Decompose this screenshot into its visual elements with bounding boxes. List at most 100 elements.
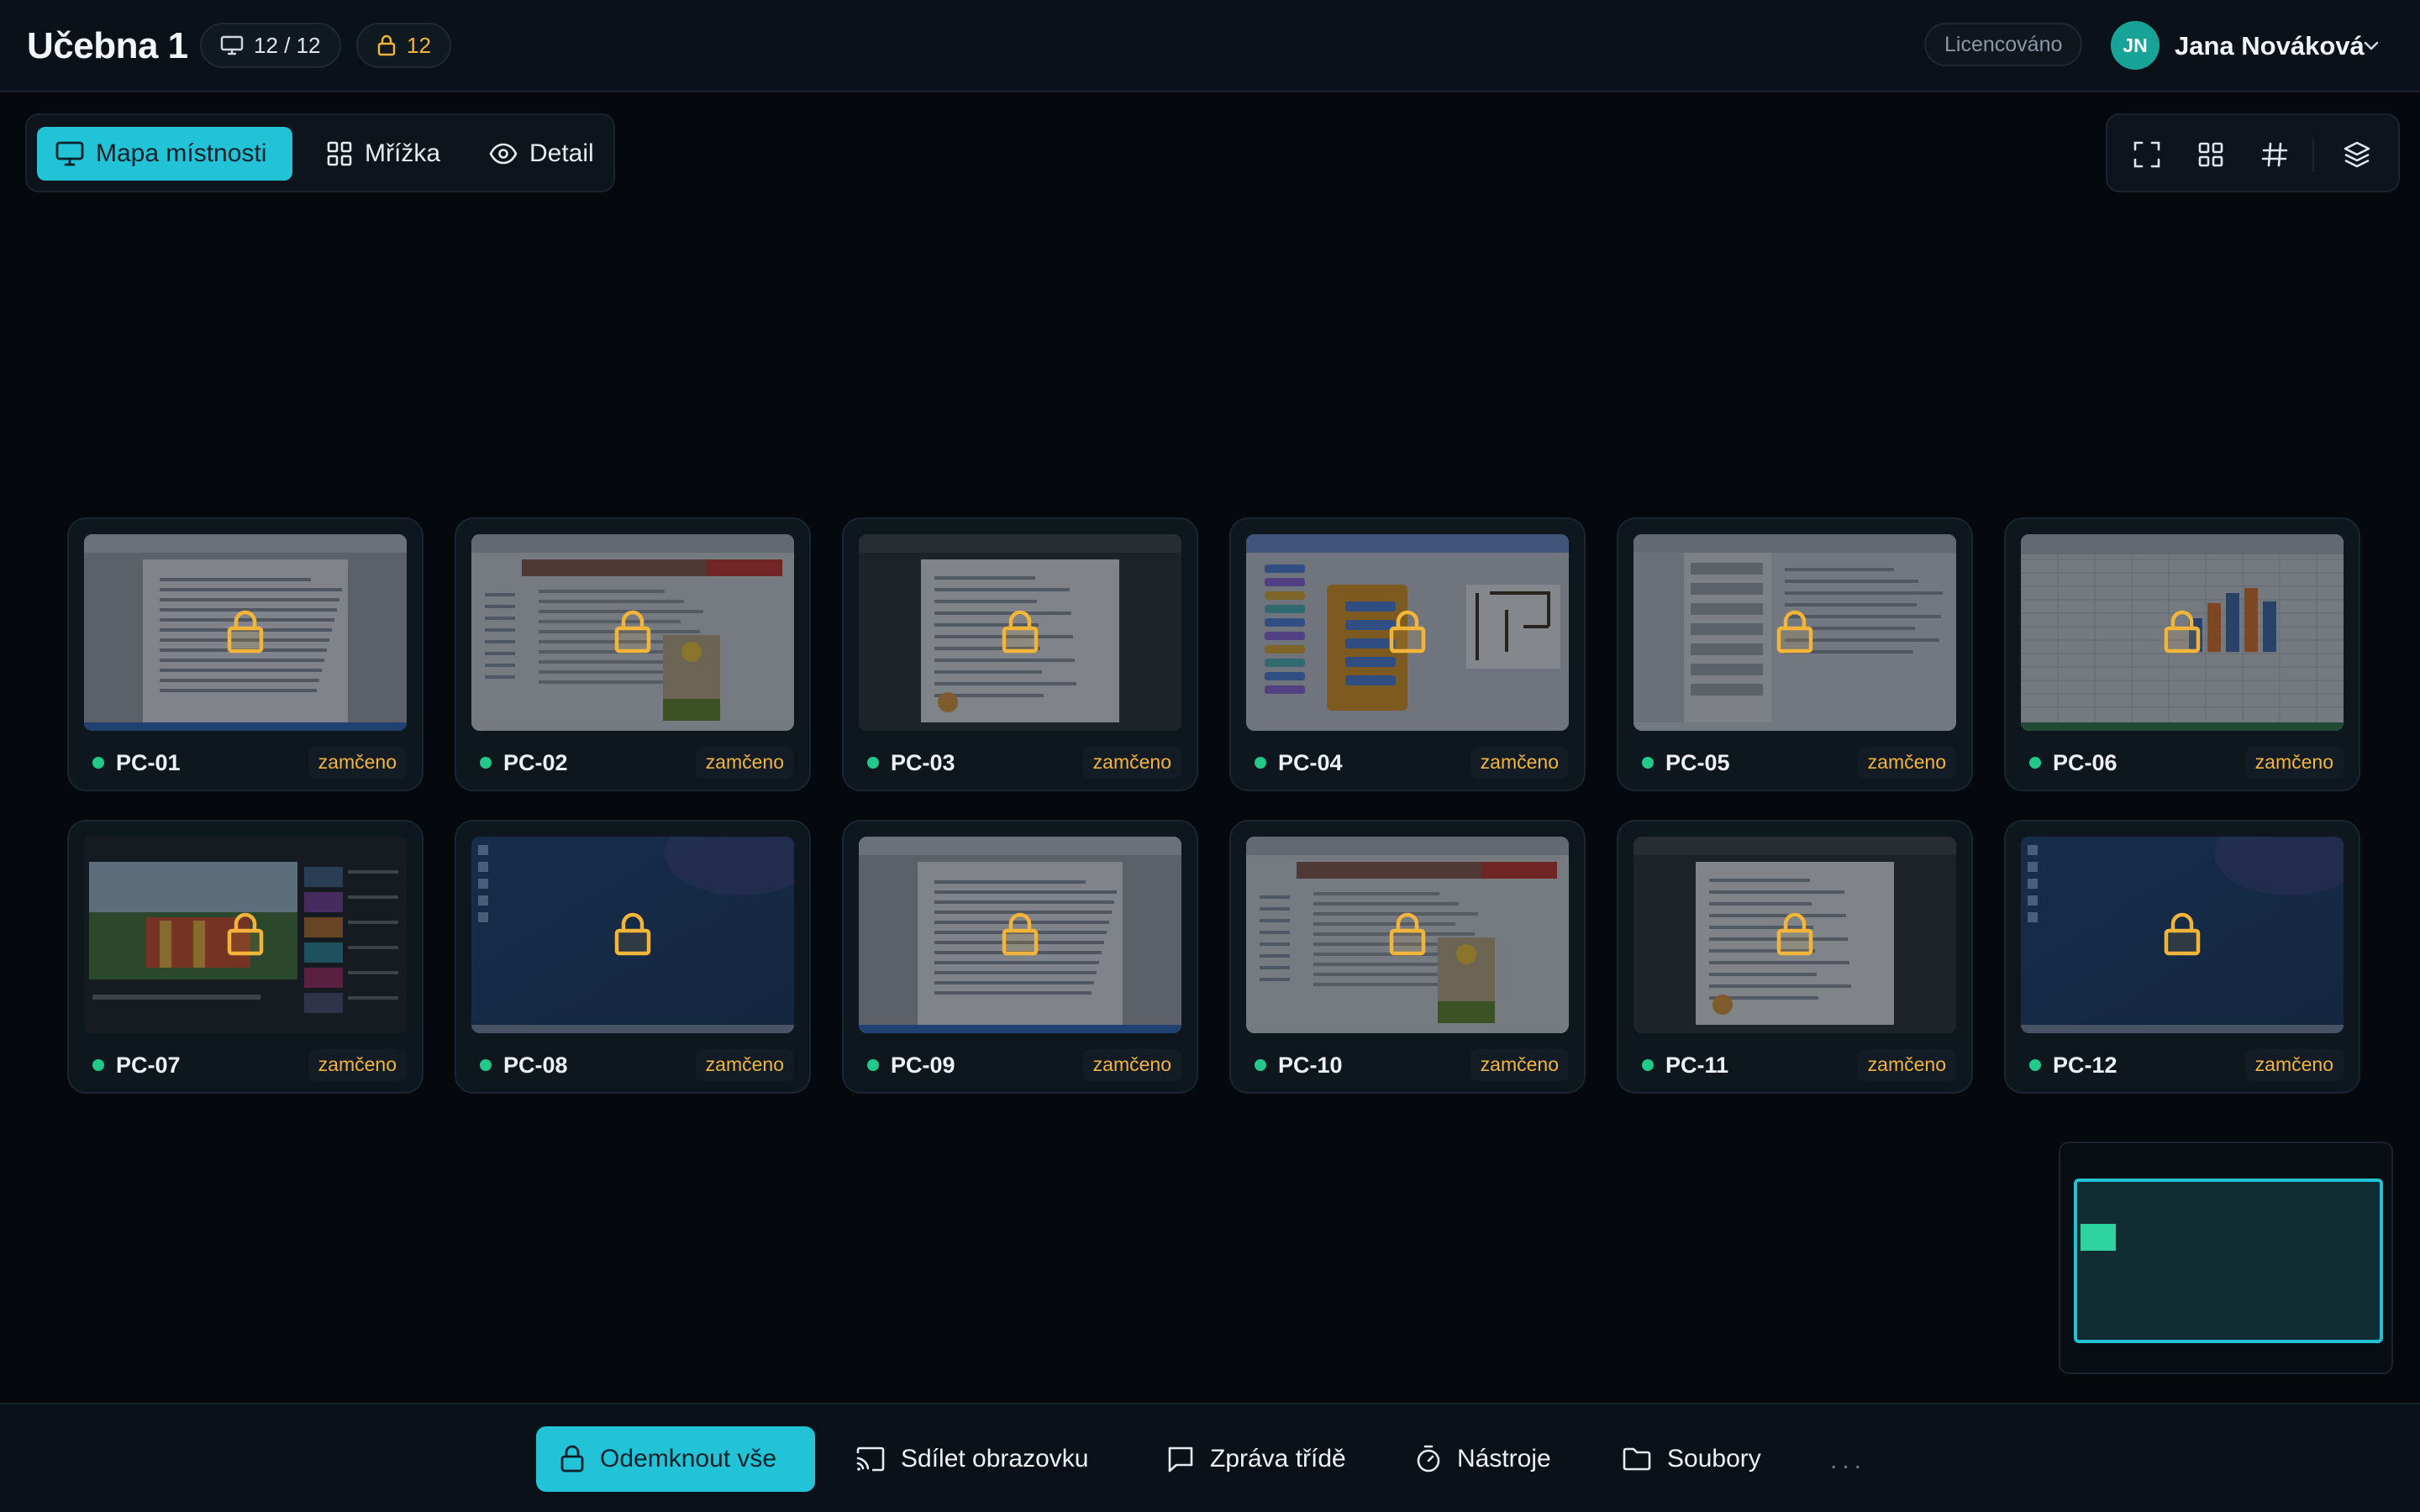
screen-thumbnail[interactable] bbox=[471, 837, 794, 1033]
lock-status-badge: zamčeno bbox=[1857, 747, 1956, 779]
tools-label: Nástroje bbox=[1457, 1445, 1551, 1473]
license-badge: Licencováno bbox=[1924, 23, 2083, 66]
unlock-all-button[interactable]: Odemknout vše bbox=[536, 1426, 815, 1492]
files-button[interactable]: Soubory bbox=[1598, 1426, 1785, 1492]
view-mode-switcher: Mapa místnosti Mřížka Detail bbox=[25, 113, 615, 192]
computer-name: PC-02 bbox=[503, 750, 568, 775]
online-status-dot bbox=[480, 1059, 492, 1071]
monitor-icon bbox=[220, 35, 244, 55]
lock-status-badge: zamčeno bbox=[1470, 747, 1569, 779]
card-footer: PC-08 zamčeno bbox=[456, 1043, 809, 1085]
computer-card[interactable]: PC-12 zamčeno bbox=[2004, 820, 2360, 1094]
card-footer: PC-01 zamčeno bbox=[69, 741, 422, 783]
card-footer: PC-09 zamčeno bbox=[844, 1043, 1197, 1085]
computer-name: PC-01 bbox=[116, 750, 181, 775]
class-message-button[interactable]: Zpráva třídě bbox=[1143, 1426, 1370, 1492]
bottom-action-bar: Odemknout vše Sdílet obrazovku Zpráva tř… bbox=[0, 1403, 2420, 1512]
view-grid-button[interactable]: Mřížka bbox=[308, 127, 459, 181]
online-status-dot bbox=[2029, 757, 2041, 769]
screen-thumbnail[interactable] bbox=[1634, 534, 1956, 731]
online-status-dot bbox=[480, 757, 492, 769]
top-bar: Učebna 1 12 / 12 12 Licencováno JN Jana … bbox=[0, 0, 2420, 92]
computer-card[interactable]: PC-04 zamčeno bbox=[1229, 517, 1586, 791]
minimap-content bbox=[2081, 1224, 2116, 1251]
computer-card[interactable]: PC-11 zamčeno bbox=[1617, 820, 1973, 1094]
screens-count-badge: 12 / 12 bbox=[200, 23, 341, 68]
online-status-dot bbox=[92, 1059, 104, 1071]
lock-status-badge: zamčeno bbox=[1082, 1049, 1181, 1081]
online-status-dot bbox=[1255, 1059, 1266, 1071]
avatar[interactable]: JN bbox=[2111, 21, 2160, 70]
minimap[interactable] bbox=[2059, 1142, 2393, 1374]
lock-status-badge: zamčeno bbox=[2244, 1049, 2344, 1081]
lock-icon bbox=[376, 34, 397, 56]
computer-card[interactable]: PC-03 zamčeno bbox=[842, 517, 1198, 791]
screen-thumbnail[interactable] bbox=[84, 534, 407, 731]
layers-icon[interactable] bbox=[2336, 134, 2378, 176]
computer-card[interactable]: PC-01 zamčeno bbox=[67, 517, 424, 791]
share-screen-button[interactable]: Sdílet obrazovku bbox=[832, 1426, 1112, 1492]
computer-name: PC-10 bbox=[1278, 1053, 1343, 1078]
computer-card[interactable]: PC-02 zamčeno bbox=[455, 517, 811, 791]
screen-thumbnail[interactable] bbox=[2021, 837, 2344, 1033]
computer-name: PC-12 bbox=[2053, 1053, 2118, 1078]
screens-count: 12 / 12 bbox=[254, 32, 321, 58]
computer-card[interactable]: PC-10 zamčeno bbox=[1229, 820, 1586, 1094]
computer-card[interactable]: PC-07 zamčeno bbox=[67, 820, 424, 1094]
screen-thumbnail[interactable] bbox=[84, 837, 407, 1033]
canvas-tools bbox=[2106, 113, 2400, 192]
share-screen-label: Sdílet obrazovku bbox=[901, 1445, 1089, 1473]
view-detail-button[interactable]: Detail bbox=[471, 127, 613, 181]
folder-icon bbox=[1622, 1446, 1652, 1472]
screen-thumbnail[interactable] bbox=[471, 534, 794, 731]
lock-status-badge: zamčeno bbox=[1470, 1049, 1569, 1081]
card-footer: PC-04 zamčeno bbox=[1231, 741, 1584, 783]
card-footer: PC-05 zamčeno bbox=[1618, 741, 1971, 783]
user-name[interactable]: Jana Nováková bbox=[2175, 25, 2365, 67]
computer-name: PC-05 bbox=[1665, 750, 1730, 775]
locked-count-badge: 12 bbox=[356, 23, 451, 68]
computer-card[interactable]: PC-09 zamčeno bbox=[842, 820, 1198, 1094]
card-footer: PC-03 zamčeno bbox=[844, 741, 1197, 783]
grid-icon bbox=[326, 140, 353, 167]
message-icon bbox=[1166, 1445, 1195, 1473]
computer-card[interactable]: PC-06 zamčeno bbox=[2004, 517, 2360, 791]
screen-thumbnail[interactable] bbox=[1634, 837, 1956, 1033]
more-actions-button[interactable]: ... bbox=[1830, 1446, 1866, 1475]
tools-button[interactable]: Nástroje bbox=[1392, 1426, 1575, 1492]
screen-thumbnail[interactable] bbox=[1246, 837, 1569, 1033]
card-footer: PC-12 zamčeno bbox=[2006, 1043, 2359, 1085]
card-footer: PC-11 zamčeno bbox=[1618, 1043, 1971, 1085]
online-status-dot bbox=[92, 757, 104, 769]
card-footer: PC-07 zamčeno bbox=[69, 1043, 422, 1085]
screen-thumbnail[interactable] bbox=[859, 534, 1181, 731]
online-status-dot bbox=[867, 757, 879, 769]
lock-status-badge: zamčeno bbox=[308, 1049, 407, 1081]
online-status-dot bbox=[2029, 1059, 2041, 1071]
card-footer: PC-06 zamčeno bbox=[2006, 741, 2359, 783]
card-footer: PC-10 zamčeno bbox=[1231, 1043, 1584, 1085]
timer-icon bbox=[1415, 1444, 1442, 1474]
fullscreen-icon[interactable] bbox=[2126, 134, 2168, 176]
computer-name: PC-08 bbox=[503, 1053, 568, 1078]
computer-name: PC-11 bbox=[1665, 1053, 1729, 1078]
screen-thumbnail[interactable] bbox=[859, 837, 1181, 1033]
view-detail-label: Detail bbox=[529, 139, 594, 167]
hash-icon[interactable] bbox=[2254, 134, 2296, 176]
view-map-button[interactable]: Mapa místnosti bbox=[37, 127, 292, 181]
cast-icon bbox=[855, 1446, 886, 1473]
lock-status-badge: zamčeno bbox=[2244, 747, 2344, 779]
computer-card[interactable]: PC-05 zamčeno bbox=[1617, 517, 1973, 791]
online-status-dot bbox=[1642, 757, 1654, 769]
screen-thumbnail[interactable] bbox=[1246, 534, 1569, 731]
chevron-down-icon[interactable] bbox=[2361, 37, 2381, 54]
grid-layout-icon[interactable] bbox=[2190, 134, 2232, 176]
minimap-viewport[interactable] bbox=[2074, 1179, 2383, 1343]
monitor-icon bbox=[55, 141, 84, 166]
toolbar-divider bbox=[2312, 137, 2314, 172]
computer-name: PC-06 bbox=[2053, 750, 2118, 775]
screen-thumbnail[interactable] bbox=[2021, 534, 2344, 731]
computer-card[interactable]: PC-08 zamčeno bbox=[455, 820, 811, 1094]
lock-status-badge: zamčeno bbox=[1857, 1049, 1956, 1081]
computer-name: PC-09 bbox=[891, 1053, 955, 1078]
